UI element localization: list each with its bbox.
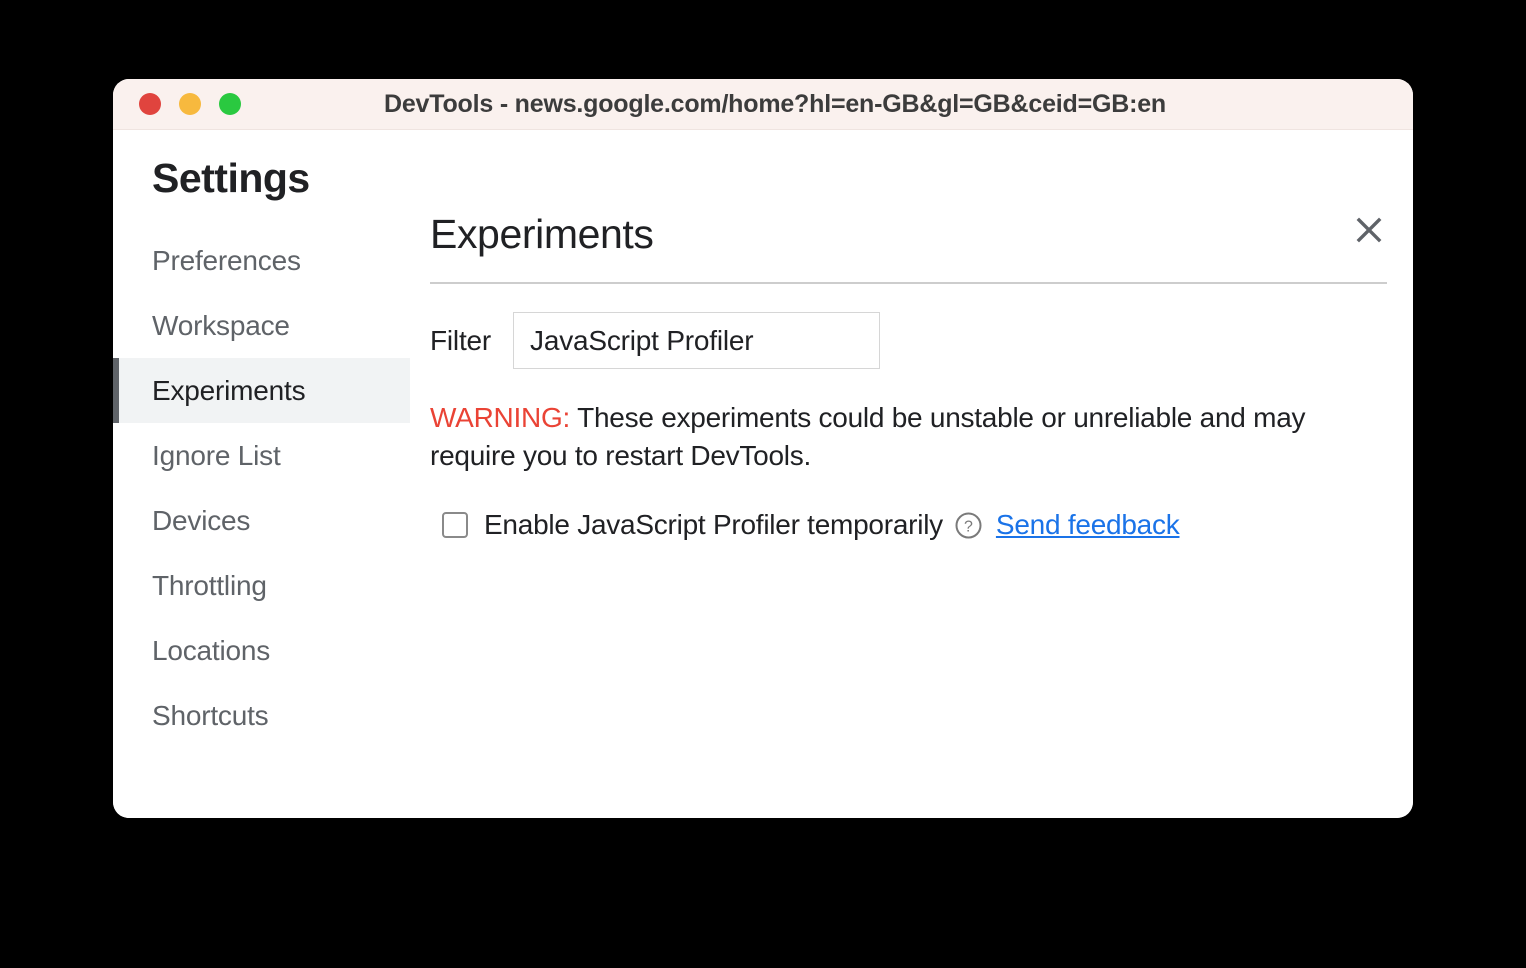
experiments-warning: WARNING: These experiments could be unst…: [430, 399, 1340, 475]
filter-input[interactable]: [513, 312, 881, 369]
send-feedback-link[interactable]: Send feedback: [996, 509, 1180, 541]
sidebar-item-label: Experiments: [152, 374, 306, 406]
warning-label: WARNING:: [430, 402, 571, 433]
page-title: Experiments: [430, 211, 654, 257]
experiments-panel: Experiments Filter WARNING: These experi…: [410, 130, 1413, 818]
sidebar-item-label: Devices: [152, 504, 251, 536]
sidebar-item-workspace[interactable]: Workspace: [113, 293, 410, 358]
sidebar-item-label: Preferences: [152, 244, 301, 276]
experiment-row: Enable JavaScript Profiler temporarily ?…: [430, 509, 1389, 541]
sidebar-item-ignore-list[interactable]: Ignore List: [113, 423, 410, 488]
sidebar-item-locations[interactable]: Locations: [113, 618, 410, 683]
svg-text:?: ?: [964, 518, 973, 535]
sidebar-item-label: Throttling: [152, 569, 267, 601]
sidebar-item-devices[interactable]: Devices: [113, 488, 410, 553]
zoom-window-button[interactable]: [219, 93, 241, 115]
sidebar-item-label: Locations: [152, 634, 271, 666]
settings-heading: Settings: [152, 155, 310, 201]
traffic-light-controls: [139, 93, 241, 115]
sidebar-item-throttling[interactable]: Throttling: [113, 553, 410, 618]
close-window-button[interactable]: [139, 93, 161, 115]
window-title: DevTools - news.google.com/home?hl=en-GB…: [384, 89, 1166, 118]
filter-row: Filter: [430, 312, 1389, 369]
minimize-window-button[interactable]: [179, 93, 201, 115]
close-settings-button[interactable]: [1347, 208, 1391, 252]
help-circle-icon[interactable]: ?: [955, 512, 982, 539]
sidebar-item-shortcuts[interactable]: Shortcuts: [113, 683, 410, 748]
sidebar-item-experiments[interactable]: Experiments: [113, 358, 410, 423]
enable-javascript-profiler-checkbox[interactable]: [442, 512, 468, 538]
settings-body: Settings Preferences Workspace Experimen…: [113, 130, 1413, 818]
sidebar-item-label: Shortcuts: [152, 699, 269, 731]
settings-nav-list: Preferences Workspace Experiments Ignore…: [113, 228, 410, 748]
close-icon: [1356, 217, 1382, 243]
sidebar-item-label: Ignore List: [152, 439, 281, 471]
sidebar-item-preferences[interactable]: Preferences: [113, 228, 410, 293]
window-title-bar: DevTools - news.google.com/home?hl=en-GB…: [113, 79, 1413, 130]
filter-label: Filter: [430, 324, 492, 356]
sidebar-item-label: Workspace: [152, 309, 290, 341]
panel-divider: [430, 282, 1387, 284]
settings-sidebar: Settings Preferences Workspace Experimen…: [113, 130, 410, 818]
devtools-settings-window: DevTools - news.google.com/home?hl=en-GB…: [113, 79, 1413, 818]
experiment-label[interactable]: Enable JavaScript Profiler temporarily: [484, 509, 943, 541]
